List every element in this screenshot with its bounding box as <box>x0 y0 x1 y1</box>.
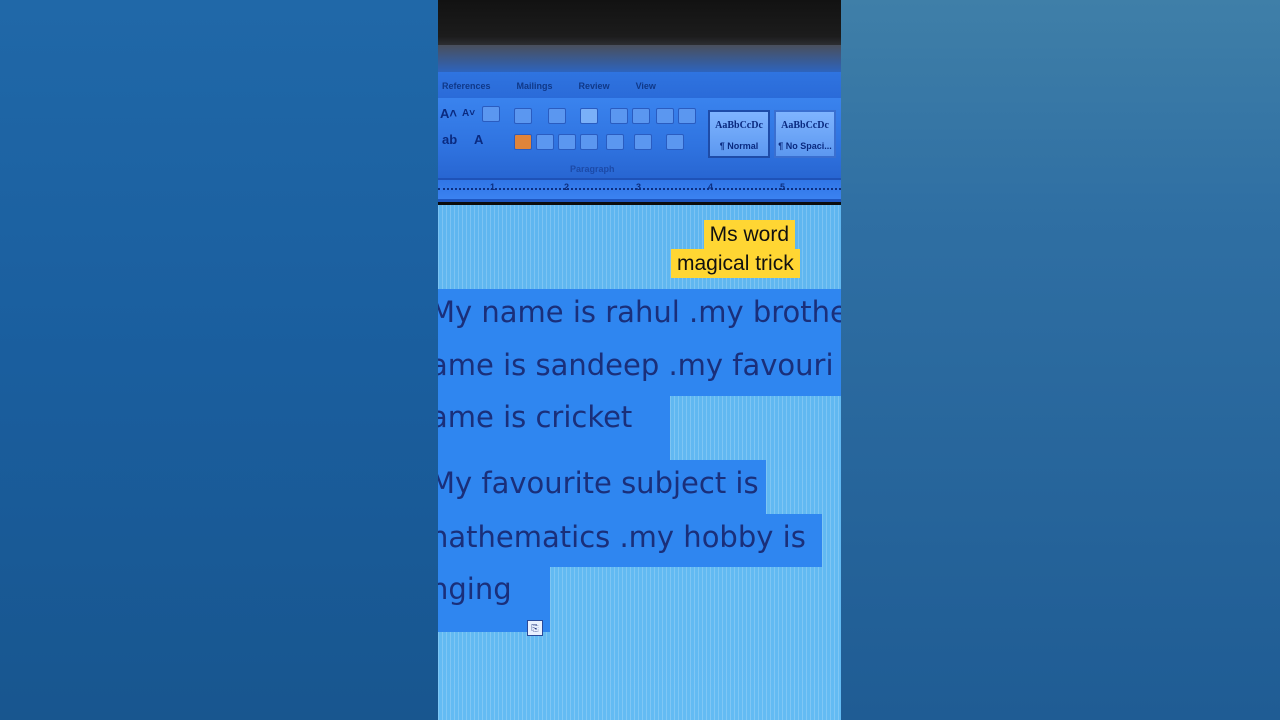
decrease-indent-icon[interactable] <box>610 108 628 124</box>
show-formatting-icon[interactable] <box>678 108 696 124</box>
sort-icon[interactable] <box>656 108 674 124</box>
caption-overlay: Ms word magical trick <box>671 220 800 278</box>
style-no-spacing-preview: AaBbCcDc <box>781 120 829 131</box>
ruler-number: 5 <box>780 182 786 192</box>
ruler[interactable]: 1 2 3 4 5 <box>438 180 841 202</box>
video-frame: References Mailings Review View A˄ A˅ ab… <box>438 0 841 720</box>
style-normal-preview: AaBbCcDc <box>715 120 763 131</box>
style-normal[interactable]: AaBbCcDc ¶ Normal <box>708 110 770 158</box>
ruler-number: 2 <box>564 182 570 192</box>
align-center-icon[interactable] <box>536 134 554 150</box>
tab-references[interactable]: References <box>442 81 491 91</box>
blurred-background-right <box>841 0 1280 720</box>
align-left-icon[interactable] <box>514 134 532 150</box>
paragraph-group-label: Paragraph <box>570 164 615 174</box>
line-spacing-icon[interactable] <box>606 134 624 150</box>
ruler-number: 3 <box>636 182 642 192</box>
increase-indent-icon[interactable] <box>632 108 650 124</box>
bullets-icon[interactable] <box>514 108 532 124</box>
ruler-number: 1 <box>490 182 496 192</box>
caption-line-2: magical trick <box>671 249 800 278</box>
highlight-icon[interactable]: ab <box>442 132 457 147</box>
shrink-font-icon[interactable]: A˅ <box>462 108 475 119</box>
clear-format-icon[interactable] <box>482 106 500 122</box>
caption-line-1: Ms word <box>703 220 796 249</box>
document-line: ame is cricket <box>438 400 633 434</box>
tab-review[interactable]: Review <box>579 81 610 91</box>
ribbon-toolbar: A˄ A˅ ab A Paragraph AaBbCcDc ¶ Normal A… <box>438 98 841 180</box>
justify-icon[interactable] <box>580 134 598 150</box>
grow-font-icon[interactable]: A˄ <box>440 106 457 121</box>
align-right-icon[interactable] <box>558 134 576 150</box>
tab-view[interactable]: View <box>636 81 656 91</box>
document-line: My favourite subject is <box>438 466 759 500</box>
font-color-icon[interactable]: A <box>474 132 483 147</box>
tab-mailings[interactable]: Mailings <box>517 81 553 91</box>
word-title-bar <box>438 45 841 75</box>
style-no-spacing-label: ¶ No Spaci... <box>778 141 832 151</box>
ribbon-tabs: References Mailings Review View <box>438 72 841 100</box>
document-page[interactable]: My name is rahul .my brothe ame is sande… <box>438 205 841 720</box>
numbering-icon[interactable] <box>548 108 566 124</box>
ruler-number: 4 <box>708 182 714 192</box>
shading-icon[interactable] <box>634 134 652 150</box>
multilevel-list-icon[interactable] <box>580 108 598 124</box>
borders-icon[interactable] <box>666 134 684 150</box>
style-no-spacing[interactable]: AaBbCcDc ¶ No Spaci... <box>774 110 836 158</box>
document-line: ame is sandeep .my favouri <box>438 348 834 382</box>
document-line: nathematics .my hobby is <box>438 520 806 554</box>
blurred-background-left <box>0 0 438 720</box>
document-line: nging <box>438 572 512 606</box>
document-line: My name is rahul .my brothe <box>438 295 841 329</box>
style-normal-label: ¶ Normal <box>719 141 759 151</box>
paste-options-icon[interactable]: ⎘ <box>527 620 543 636</box>
